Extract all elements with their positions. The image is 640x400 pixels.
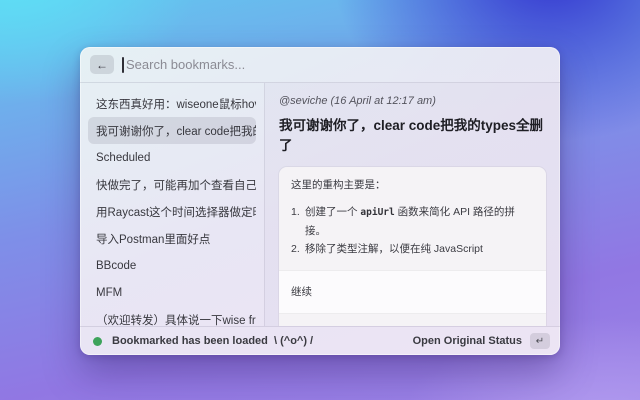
card-section-refactor: 这里的重构主要是： 1. 创建了一个 apiUrl 函数来简化 API 路径的拼… bbox=[279, 167, 546, 270]
ordered-list-item: 2. 移除了类型注解，以便在纯 JavaScript bbox=[291, 240, 534, 259]
list-item[interactable]: BBcode bbox=[88, 252, 256, 279]
bookmark-search-window: ← 这东西真好用：wiseone鼠标hover到... 我可谢谢你了，clear… bbox=[80, 47, 560, 355]
list-item[interactable]: 导入Postman里面好点 bbox=[88, 225, 256, 252]
status-title: 我可谢谢你了，clear code把我的types全删了 bbox=[279, 114, 546, 154]
search-input-wrap bbox=[122, 47, 550, 82]
list-item[interactable]: MFM bbox=[88, 279, 256, 306]
list-item[interactable]: 这东西真好用：wiseone鼠标hover到... bbox=[88, 90, 256, 117]
card-intro-text: 这里的重构主要是： bbox=[291, 176, 534, 194]
enter-key-icon: ↵ bbox=[530, 333, 550, 349]
status-content-card: 这里的重构主要是： 1. 创建了一个 apiUrl 函数来简化 API 路径的拼… bbox=[279, 167, 546, 326]
card-section-reply: 继续 bbox=[279, 270, 546, 314]
status-author-meta: @seviche (16 April at 12:17 am) bbox=[279, 95, 546, 107]
list-item[interactable]: 用Raycast这个时间选择器做定时很方... bbox=[88, 198, 256, 225]
card-section-continuation: 项目中使用。在实际项目中，如果使用 TypeScript，可以保留类型注解以提高… bbox=[279, 314, 546, 326]
list-item[interactable]: Scheduled bbox=[88, 144, 256, 171]
search-input[interactable] bbox=[124, 57, 550, 72]
inline-code: apiUrl bbox=[360, 207, 394, 218]
back-arrow-icon: ← bbox=[96, 59, 108, 71]
action-bar: Bookmarked has been loaded \ (^o^) / Ope… bbox=[80, 326, 560, 355]
footer-status-text: Bookmarked has been loaded \ (^o^) / bbox=[112, 335, 313, 347]
extension-status-dot-icon bbox=[93, 337, 102, 346]
bookmark-list: 这东西真好用：wiseone鼠标hover到... 我可谢谢你了，clear c… bbox=[80, 83, 264, 326]
detail-panel: @seviche (16 April at 12:17 am) 我可谢谢你了，c… bbox=[265, 83, 560, 326]
list-item-selected[interactable]: 我可谢谢你了，clear code把我的type... bbox=[88, 117, 256, 144]
ordered-list-item: 1. 创建了一个 apiUrl 函数来简化 API 路径的拼接。 bbox=[291, 203, 534, 240]
list-marker: 2. bbox=[291, 240, 305, 259]
list-marker: 1. bbox=[291, 203, 305, 240]
list-text: 移除了类型注解，以便在纯 JavaScript bbox=[305, 240, 483, 259]
back-button[interactable]: ← bbox=[90, 55, 114, 74]
search-bar: ← bbox=[80, 47, 560, 83]
list-text: 创建了一个 apiUrl 函数来简化 API 路径的拼接。 bbox=[305, 203, 534, 240]
main-content: 这东西真好用：wiseone鼠标hover到... 我可谢谢你了，clear c… bbox=[80, 83, 560, 326]
open-original-status-action[interactable]: Open Original Status bbox=[413, 335, 522, 347]
list-item[interactable]: 快做完了，可能再加个查看自己贴文的... bbox=[88, 171, 256, 198]
